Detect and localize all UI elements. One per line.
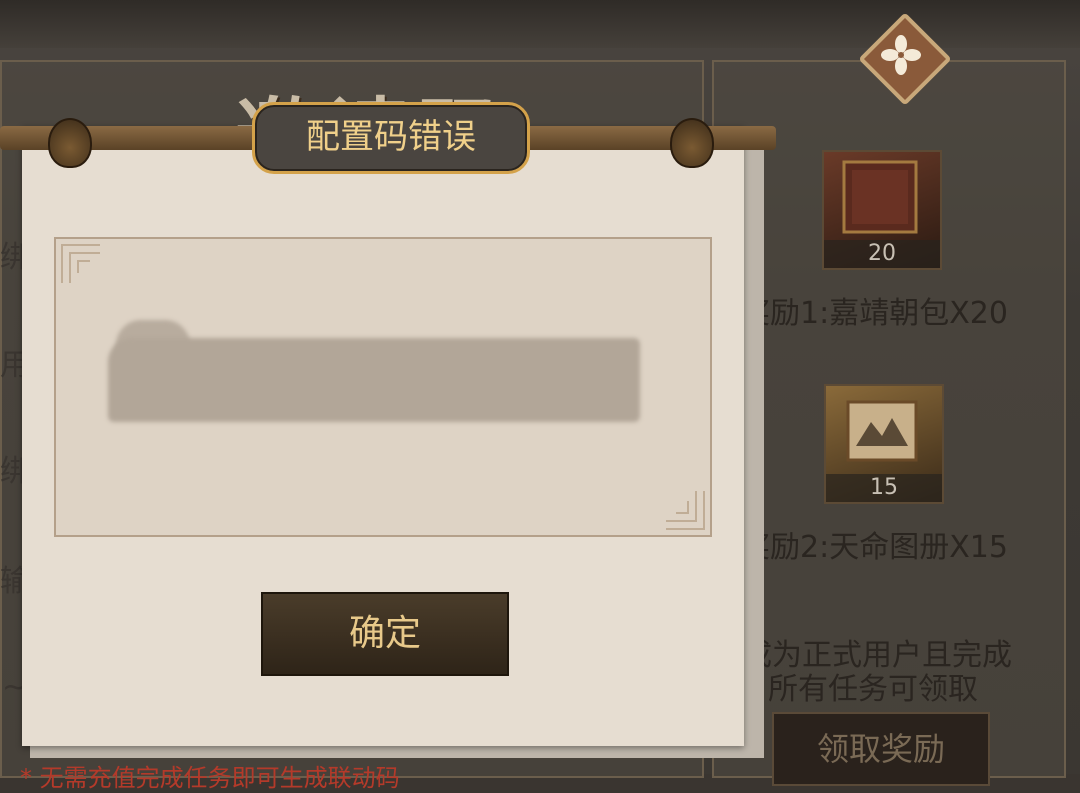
reward-label-1: 奖励1:嘉靖朝包X20 bbox=[740, 296, 1008, 331]
reward-count: 20 bbox=[824, 240, 940, 268]
rod-knob-left-icon bbox=[48, 118, 92, 168]
rod-knob-right-icon bbox=[670, 118, 714, 168]
reward-item-2[interactable]: 15 bbox=[824, 384, 944, 504]
redacted-message bbox=[108, 338, 640, 422]
claim-condition-line-2: 所有任务可领取 bbox=[768, 672, 978, 707]
corner-ornament-icon bbox=[666, 491, 705, 530]
settings-button[interactable] bbox=[858, 12, 952, 106]
flower-diamond-icon bbox=[881, 35, 921, 75]
confirm-button[interactable]: 确定 bbox=[261, 592, 509, 676]
reward-label-2: 奖励2:天命图册X15 bbox=[740, 530, 1008, 565]
reward-count: 15 bbox=[826, 474, 942, 502]
claim-reward-button[interactable]: 领取奖励 bbox=[772, 712, 990, 786]
reward-item-1[interactable]: 20 bbox=[822, 150, 942, 270]
dialog-title: 配置码错误 bbox=[252, 102, 530, 174]
scroll-map-icon bbox=[846, 400, 918, 462]
bottom-note: * 无需充值完成任务即可生成联动码 bbox=[20, 764, 400, 792]
red-book-icon bbox=[842, 160, 918, 234]
